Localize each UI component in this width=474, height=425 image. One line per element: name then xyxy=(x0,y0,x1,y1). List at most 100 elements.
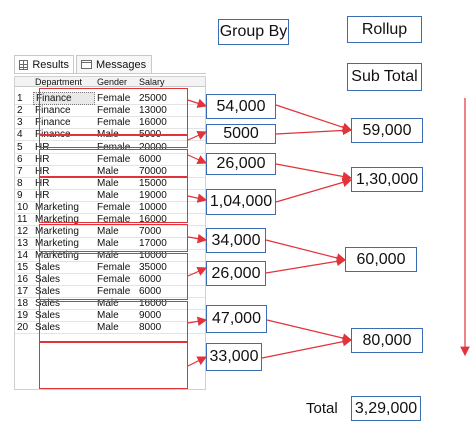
salary-cell[interactable]: 16000 xyxy=(137,214,189,225)
salary-cell[interactable]: 6000 xyxy=(137,286,189,297)
salary-cell[interactable]: 17000 xyxy=(137,238,189,249)
table-row[interactable]: 12 Marketing Male 7000 xyxy=(15,226,205,238)
gender-cell[interactable]: Female xyxy=(95,262,137,273)
gender-cell[interactable]: Male xyxy=(95,238,137,249)
department-cell[interactable]: Finance xyxy=(33,105,95,116)
column-header-salary[interactable]: Salary xyxy=(137,77,189,87)
gender-cell[interactable]: Male xyxy=(95,129,137,140)
department-cell[interactable]: Sales xyxy=(33,274,95,285)
table-row[interactable]: 16 Sales Female 6000 xyxy=(15,274,205,286)
department-cell[interactable]: Marketing xyxy=(33,202,95,213)
department-cell[interactable]: HR xyxy=(33,190,95,201)
department-cell[interactable]: Sales xyxy=(33,322,95,333)
salary-cell[interactable]: 8000 xyxy=(137,322,189,333)
gender-cell[interactable]: Male xyxy=(95,166,137,177)
department-cell[interactable]: HR xyxy=(33,178,95,189)
gender-cell[interactable]: Male xyxy=(95,190,137,201)
salary-cell[interactable]: 9000 xyxy=(137,310,189,321)
table-row[interactable]: 14 Marketing Male 10000 xyxy=(15,250,205,262)
row-number-cell[interactable]: 20 xyxy=(15,322,33,333)
salary-cell[interactable]: 20000 xyxy=(137,142,189,153)
gender-cell[interactable]: Female xyxy=(95,286,137,297)
table-row[interactable]: 2 Finance Female 13000 xyxy=(15,105,205,117)
salary-cell[interactable]: 35000 xyxy=(137,262,189,273)
row-number-cell[interactable]: 11 xyxy=(15,214,33,225)
table-row[interactable]: 9 HR Male 19000 xyxy=(15,190,205,202)
gender-cell[interactable]: Female xyxy=(95,117,137,128)
salary-cell[interactable]: 10000 xyxy=(137,202,189,213)
gender-cell[interactable]: Female xyxy=(95,142,137,153)
row-number-cell[interactable]: 4 xyxy=(15,129,33,140)
column-header-gender[interactable]: Gender xyxy=(95,77,137,87)
tab-results[interactable]: Results xyxy=(14,55,74,73)
department-cell[interactable]: Sales xyxy=(33,286,95,297)
gender-cell[interactable]: Female xyxy=(95,105,137,116)
salary-cell[interactable]: 19000 xyxy=(137,190,189,201)
row-number-cell[interactable]: 3 xyxy=(15,117,33,128)
column-header-department[interactable]: Department xyxy=(33,77,95,87)
row-number-cell[interactable]: 1 xyxy=(15,93,33,104)
row-number-cell[interactable]: 12 xyxy=(15,226,33,237)
table-row[interactable]: 4 Finance Male 5000 xyxy=(15,129,205,141)
salary-cell[interactable]: 13000 xyxy=(137,105,189,116)
gender-cell[interactable]: Male xyxy=(95,250,137,261)
salary-cell[interactable]: 10000 xyxy=(137,250,189,261)
salary-cell[interactable]: 25000 xyxy=(137,93,189,104)
salary-cell[interactable]: 7000 xyxy=(137,226,189,237)
row-number-cell[interactable]: 18 xyxy=(15,298,33,309)
department-cell[interactable]: Marketing xyxy=(33,214,95,225)
gender-cell[interactable]: Female xyxy=(95,154,137,165)
gender-cell[interactable]: Male xyxy=(95,298,137,309)
department-cell[interactable]: Marketing xyxy=(33,226,95,237)
table-row[interactable]: 15 Sales Female 35000 xyxy=(15,262,205,274)
department-cell[interactable]: Finance xyxy=(33,117,95,128)
table-row[interactable]: 19 Sales Male 9000 xyxy=(15,310,205,322)
row-number-cell[interactable]: 14 xyxy=(15,250,33,261)
salary-cell[interactable]: 6000 xyxy=(137,154,189,165)
row-number-cell[interactable]: 6 xyxy=(15,154,33,165)
row-number-cell[interactable]: 16 xyxy=(15,274,33,285)
department-cell[interactable]: HR xyxy=(33,154,95,165)
table-row[interactable]: 5 HR Female 20000 xyxy=(15,142,205,154)
tab-messages[interactable]: Messages xyxy=(76,55,152,73)
salary-cell[interactable]: 15000 xyxy=(137,178,189,189)
table-row[interactable]: 3 Finance Female 16000 xyxy=(15,117,205,129)
department-cell[interactable]: Sales xyxy=(33,310,95,321)
row-number-cell[interactable]: 7 xyxy=(15,166,33,177)
row-number-cell[interactable]: 8 xyxy=(15,178,33,189)
table-row[interactable]: 11 Marketing Female 16000 xyxy=(15,214,205,226)
department-cell[interactable]: Sales xyxy=(33,298,95,309)
gender-cell[interactable]: Female xyxy=(95,274,137,285)
row-number-cell[interactable]: 13 xyxy=(15,238,33,249)
department-cell[interactable]: HR xyxy=(33,166,95,177)
row-number-cell[interactable]: 5 xyxy=(15,142,33,153)
gender-cell[interactable]: Male xyxy=(95,226,137,237)
department-cell[interactable]: Sales xyxy=(33,262,95,273)
department-cell[interactable]: Finance xyxy=(33,129,95,140)
salary-cell[interactable]: 5000 xyxy=(137,129,189,140)
table-row[interactable]: 10 Marketing Female 10000 xyxy=(15,202,205,214)
salary-cell[interactable]: 70000 xyxy=(137,166,189,177)
row-number-cell[interactable]: 2 xyxy=(15,105,33,116)
salary-cell[interactable]: 16000 xyxy=(137,117,189,128)
row-number-cell[interactable]: 17 xyxy=(15,286,33,297)
row-number-cell[interactable]: 9 xyxy=(15,190,33,201)
department-cell[interactable]: Marketing xyxy=(33,238,95,249)
gender-cell[interactable]: Male xyxy=(95,178,137,189)
table-row[interactable]: 7 HR Male 70000 xyxy=(15,166,205,178)
department-cell[interactable]: Marketing xyxy=(33,250,95,261)
gender-cell[interactable]: Female xyxy=(95,214,137,225)
salary-cell[interactable]: 16000 xyxy=(137,298,189,309)
salary-cell[interactable]: 6000 xyxy=(137,274,189,285)
gender-cell[interactable]: Female xyxy=(95,202,137,213)
table-row[interactable]: 1 Finance Female 25000 xyxy=(15,92,205,105)
gender-cell[interactable]: Male xyxy=(95,310,137,321)
table-row[interactable]: 18 Sales Male 16000 xyxy=(15,298,205,310)
table-row[interactable]: 17 Sales Female 6000 xyxy=(15,286,205,298)
table-row[interactable]: 6 HR Female 6000 xyxy=(15,154,205,166)
row-number-cell[interactable]: 19 xyxy=(15,310,33,321)
table-row[interactable]: 13 Marketing Male 17000 xyxy=(15,238,205,250)
table-row[interactable]: 8 HR Male 15000 xyxy=(15,178,205,190)
department-cell[interactable]: Finance xyxy=(33,92,95,105)
gender-cell[interactable]: Male xyxy=(95,322,137,333)
